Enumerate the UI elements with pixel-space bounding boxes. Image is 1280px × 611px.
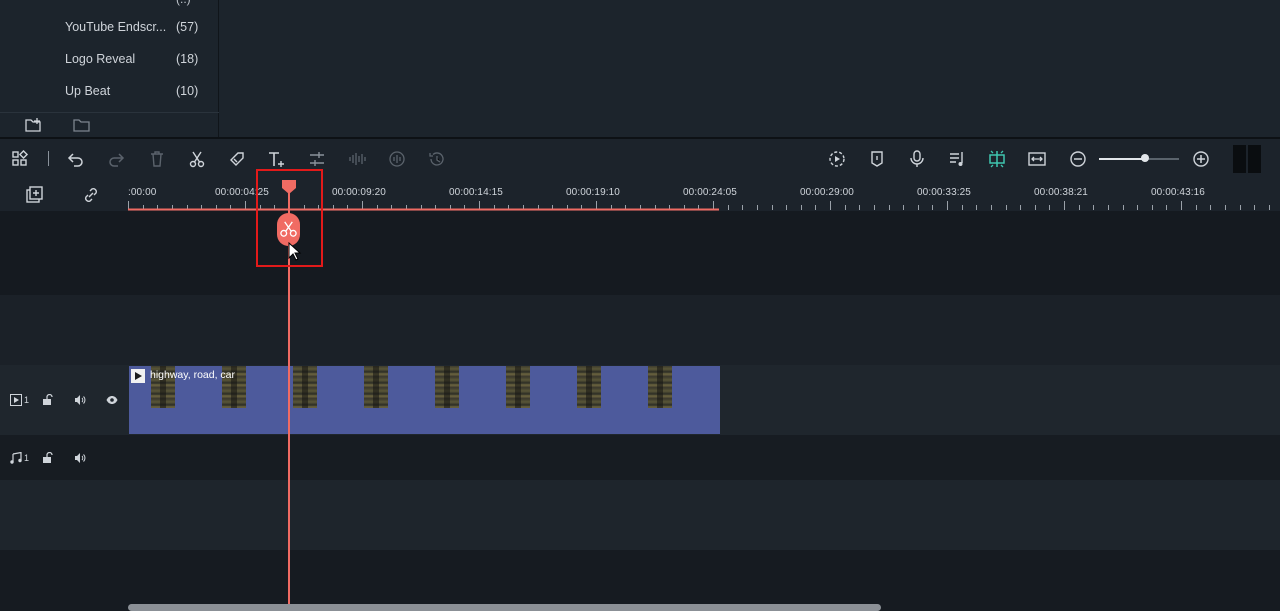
media-browser-area [220, 0, 1280, 138]
audio-detect-icon[interactable] [386, 148, 408, 170]
eye-icon[interactable] [106, 394, 118, 406]
timecode-label: 00:00:19:10 [566, 187, 620, 198]
add-text-icon[interactable] [266, 148, 288, 170]
lock-icon[interactable] [42, 394, 54, 406]
layout-grid-icon[interactable] [9, 148, 31, 170]
clip-thumbnail [435, 366, 459, 408]
library-item-count: (10) [176, 84, 199, 98]
timecode-label: 00:00:43:16 [1151, 187, 1205, 198]
timecode-label: 00:00:09:20 [332, 187, 386, 198]
audio-track-number: 1 [24, 453, 30, 463]
undo-icon[interactable] [65, 148, 87, 170]
media-section: (..) YouTube Endscr... (57) Logo Reveal … [0, 0, 1280, 138]
library-item-name: YouTube Endscr... [65, 20, 167, 34]
add-track-icon[interactable] [24, 184, 46, 206]
empty-track-lane[interactable] [0, 211, 1280, 295]
audio-track-label: 1 [10, 452, 29, 464]
audio-waveform-icon[interactable] [346, 148, 368, 170]
timeline-toolbar [0, 139, 1280, 179]
volume-icon[interactable] [74, 452, 86, 464]
library-item-logo-reveal[interactable]: Logo Reveal (18) [0, 43, 218, 75]
folder-icon[interactable] [73, 117, 91, 133]
mouse-cursor-icon [288, 241, 302, 262]
clip-title: highway, road, car [150, 369, 236, 381]
audio-track-lane[interactable] [0, 435, 1280, 480]
lock-icon[interactable] [42, 452, 54, 464]
library-item-youtube-endscreen[interactable]: YouTube Endscr... (57) [0, 11, 218, 43]
library-item-count-partial: (..) [176, 0, 191, 6]
timecode-label: 00:00:29:00 [800, 187, 854, 198]
timecode-label: 00:00:38:21 [1034, 187, 1088, 198]
clip-type-play-icon [131, 369, 145, 383]
empty-track-lane[interactable] [0, 295, 1280, 365]
clip-thumbnail [506, 366, 530, 408]
link-icon[interactable] [80, 184, 102, 206]
clip-thumbnail [577, 366, 601, 408]
clip-thumbnail [293, 366, 317, 408]
library-item-name: Up Beat [65, 84, 111, 98]
video-track-icon [10, 394, 22, 406]
music-note-icon [10, 452, 22, 464]
ruler-header [0, 179, 128, 211]
fit-timeline-icon[interactable] [1026, 148, 1048, 170]
library-divider [0, 112, 219, 113]
clip-thumbnail [648, 366, 672, 408]
timecode-label: :00:00 [128, 187, 157, 198]
audio-mixer-icon[interactable] [946, 148, 968, 170]
microphone-icon[interactable] [906, 148, 928, 170]
video-clip[interactable]: highway, road, car [129, 366, 720, 434]
timecode-label: 00:00:24:05 [683, 187, 737, 198]
toolbar-separator [48, 151, 49, 166]
redo-icon[interactable] [105, 148, 127, 170]
video-track-number: 1 [24, 395, 30, 405]
library-item-name: Logo Reveal [65, 52, 136, 66]
zoom-out-icon[interactable] [1067, 148, 1089, 170]
snap-icon[interactable] [986, 148, 1008, 170]
clip-thumbnail [364, 366, 388, 408]
library-item-count: (18) [176, 52, 199, 66]
adjust-icon[interactable] [306, 148, 328, 170]
marker-icon[interactable] [866, 148, 888, 170]
panel-layout-icon[interactable] [1233, 145, 1261, 173]
timecode-label: 00:00:33:25 [917, 187, 971, 198]
tag-icon[interactable] [226, 148, 248, 170]
zoom-slider-fill [1099, 158, 1146, 160]
empty-track-lane[interactable] [0, 480, 1280, 550]
library-item-up-beat[interactable]: Up Beat (10) [0, 75, 218, 107]
timeline-horizontal-scrollbar[interactable] [128, 604, 881, 611]
timecode-label: 00:00:14:15 [449, 187, 503, 198]
new-folder-icon[interactable] [25, 117, 43, 133]
library-item-count: (57) [176, 20, 199, 34]
volume-icon[interactable] [74, 394, 86, 406]
library-panel: (..) YouTube Endscr... (57) Logo Reveal … [0, 0, 219, 138]
render-preview-icon[interactable] [826, 148, 848, 170]
delete-icon[interactable] [146, 148, 168, 170]
cut-icon[interactable] [186, 148, 208, 170]
empty-track-lane[interactable] [0, 550, 1280, 611]
speed-icon[interactable] [426, 148, 448, 170]
zoom-in-icon[interactable] [1190, 148, 1212, 170]
zoom-slider-handle[interactable] [1141, 154, 1150, 162]
video-track-label: 1 [10, 394, 29, 406]
